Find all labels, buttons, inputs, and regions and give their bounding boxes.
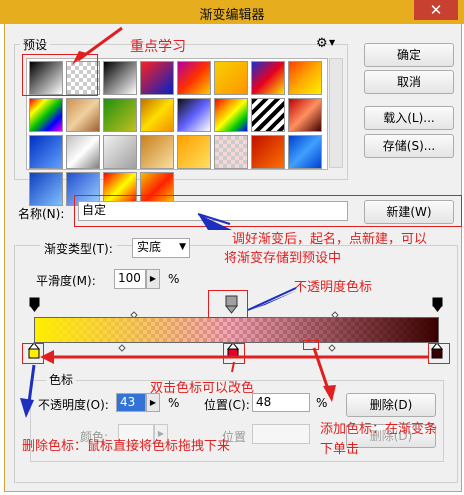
- location-input[interactable]: 48: [252, 393, 310, 412]
- opacity-input[interactable]: 43: [116, 393, 146, 412]
- gradient-fill: [35, 318, 438, 342]
- save-tip-annotation-1: 调好渐变后，起名，点新建，可以: [232, 232, 428, 247]
- add-stop-annotation-1: 添加色标：在渐变条: [320, 422, 438, 437]
- midpoint-diamond[interactable]: [328, 344, 336, 352]
- gradient-bar[interactable]: [34, 317, 439, 343]
- color-stop-left-highlight: [22, 343, 44, 364]
- opacity-percent: %: [168, 396, 180, 410]
- double-click-annotation: 双击色标可以改色: [150, 381, 255, 396]
- opacity-stop-left[interactable]: [29, 297, 40, 312]
- opacity-stop-right[interactable]: [432, 297, 443, 312]
- delete-stop-annotation: 删除色标：鼠标直接将色标拖拽下来: [22, 439, 231, 454]
- preset-highlight-box: [22, 54, 98, 96]
- delete-stop-button[interactable]: 删除(D): [346, 393, 436, 417]
- add-stop-annotation-2: 下单击: [320, 442, 360, 457]
- location-label: 位置(C):: [204, 398, 250, 412]
- color-stop-right-highlight: [428, 343, 450, 364]
- stops-group-label: 色标: [46, 371, 77, 388]
- opacity-stop-annotation: 不透明度色标: [294, 280, 373, 295]
- save-tip-annotation-2: 将渐变存储到预设中: [224, 251, 342, 266]
- color-stop-mid-highlight: [223, 343, 245, 364]
- location-percent: %: [316, 396, 328, 410]
- key-learning-annotation: 重点学习: [130, 39, 186, 55]
- add-stop-highlight: [303, 340, 319, 350]
- color-location-input[interactable]: [252, 424, 310, 444]
- opacity-label: 不透明度(O):: [38, 398, 109, 412]
- midpoint-diamond[interactable]: [118, 344, 126, 352]
- opacity-stop-highlight: [208, 290, 248, 318]
